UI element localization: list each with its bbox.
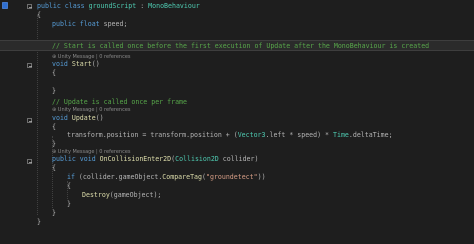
code-text-brace-close-class[interactable]: } <box>37 217 41 227</box>
method-token[interactable]: CompareTag <box>162 173 202 181</box>
code-line[interactable]: public float speed; <box>0 19 474 29</box>
keyword-token[interactable]: public class <box>37 2 89 10</box>
comment-token[interactable]: // Start is called once before the first… <box>52 42 429 50</box>
code-text-comment-start[interactable]: // Start is called once before the first… <box>52 41 429 51</box>
code-token[interactable]: { <box>52 69 56 77</box>
code-token[interactable]: .left * speed) * <box>266 131 334 139</box>
code-token[interactable]: { <box>37 11 41 19</box>
keyword-token[interactable]: if <box>67 173 79 181</box>
type-token[interactable]: Time <box>333 131 349 139</box>
code-line-current[interactable]: // Start is called once before the first… <box>0 40 474 51</box>
code-token[interactable]: (collider.gameObject. <box>79 173 162 181</box>
code-token[interactable]: { <box>67 182 71 190</box>
code-token[interactable]: )) <box>258 173 266 181</box>
keyword-token[interactable]: void <box>52 60 72 68</box>
code-token[interactable]: (gameObject); <box>110 191 162 199</box>
method-token[interactable]: Update <box>72 114 96 122</box>
code-token[interactable]: { <box>52 164 56 172</box>
type-token[interactable]: groundScript <box>89 2 137 10</box>
code-token[interactable]: () <box>92 60 100 68</box>
keyword-token[interactable]: public float <box>52 20 104 28</box>
code-token[interactable]: } <box>67 200 71 208</box>
code-token[interactable]: transform.position = transform.position … <box>67 131 238 139</box>
type-token[interactable]: Collision2D <box>175 155 219 163</box>
string-token[interactable]: "groundetect" <box>206 173 258 181</box>
code-editor[interactable]: public class groundScript : MonoBehaviou… <box>0 0 474 244</box>
method-token[interactable]: OnCollisionEnter2D <box>100 155 171 163</box>
code-token[interactable]: collider) <box>219 155 259 163</box>
code-line[interactable]: } <box>0 217 474 227</box>
method-token[interactable]: Destroy <box>82 191 110 199</box>
type-token[interactable]: Vector3 <box>238 131 266 139</box>
code-token[interactable]: speed; <box>104 20 128 28</box>
code-line[interactable] <box>0 29 474 39</box>
keyword-token[interactable]: public void <box>52 155 100 163</box>
code-token[interactable]: } <box>52 140 56 148</box>
code-token[interactable]: } <box>52 209 56 217</box>
code-token[interactable]: : <box>136 2 148 10</box>
keyword-token[interactable]: void <box>52 114 72 122</box>
code-token[interactable]: } <box>37 218 41 226</box>
code-token[interactable]: () <box>96 114 104 122</box>
method-token[interactable]: Start <box>72 60 92 68</box>
code-token[interactable]: .deltaTime; <box>349 131 393 139</box>
comment-token[interactable]: // Update is called once per frame <box>52 98 187 106</box>
type-token[interactable]: MonoBehaviour <box>148 2 200 10</box>
code-text-field-speed[interactable]: public float speed; <box>52 19 127 29</box>
code-token[interactable]: } <box>52 87 56 95</box>
